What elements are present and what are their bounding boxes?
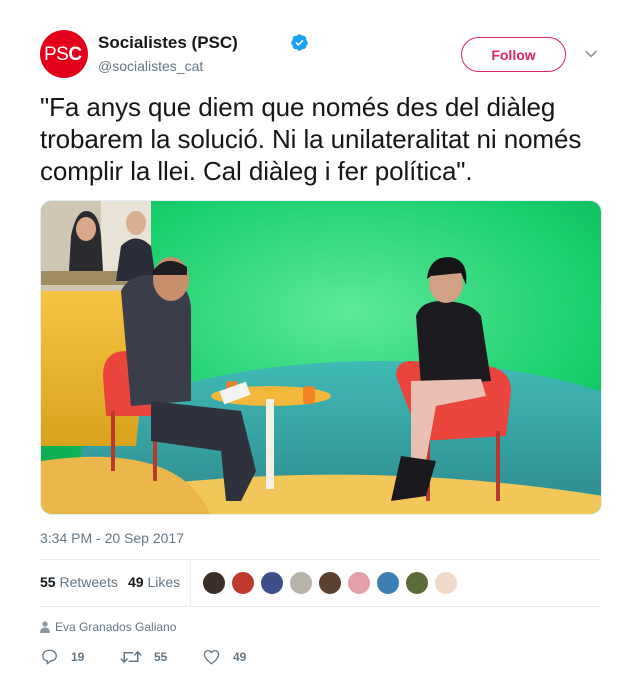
liker-avatar[interactable]	[318, 571, 342, 595]
liker-avatar[interactable]	[376, 571, 400, 595]
liker-avatar[interactable]	[347, 571, 371, 595]
retweet-icon	[120, 651, 142, 663]
like-button[interactable]: 49	[202, 648, 246, 666]
social-context: Eva Granados Galiano	[40, 620, 176, 634]
person-icon	[40, 621, 50, 633]
avatar-logo: PSC	[44, 44, 82, 65]
tweet-header: PSC Socialistes (PSC) @socialistes_cat F…	[40, 30, 602, 82]
retweet-count: 55	[154, 650, 168, 664]
tweet-actions: 19 55 49	[40, 648, 340, 668]
display-name[interactable]: Socialistes (PSC)	[98, 33, 238, 53]
tweet-photo[interactable]	[40, 200, 602, 515]
user-handle[interactable]: @socialistes_cat	[98, 58, 203, 74]
reply-count: 19	[71, 650, 85, 664]
tweet-stats: 55 Retweets 49 Likes	[40, 560, 600, 606]
liker-avatar[interactable]	[405, 571, 429, 595]
reply-button[interactable]: 19	[40, 648, 84, 666]
verified-badge-icon	[291, 34, 308, 51]
reply-icon	[42, 649, 57, 665]
heart-icon	[203, 649, 220, 665]
liker-avatar[interactable]	[289, 571, 313, 595]
likes-stat[interactable]: 49 Likes	[128, 574, 180, 590]
like-count: 49	[233, 650, 247, 664]
liker-avatar[interactable]	[434, 571, 458, 595]
liker-avatar[interactable]	[231, 571, 255, 595]
liker-avatar[interactable]	[260, 571, 284, 595]
divider	[40, 606, 600, 607]
follow-button[interactable]: Follow	[461, 37, 566, 72]
context-user[interactable]: Eva Granados Galiano	[55, 620, 176, 634]
retweet-button[interactable]: 55	[120, 648, 167, 666]
retweets-stat[interactable]: 55 Retweets	[40, 574, 118, 590]
tweet-text: "Fa anys que diem que només des del diàl…	[40, 92, 582, 186]
tv-studio-photo	[41, 201, 601, 514]
tweet-timestamp[interactable]: 3:34 PM - 20 Sep 2017	[40, 530, 184, 546]
avatar[interactable]: PSC	[40, 30, 88, 78]
liker-avatar[interactable]	[202, 571, 226, 595]
stats-separator	[190, 560, 191, 606]
chevron-down-icon[interactable]	[583, 46, 599, 62]
